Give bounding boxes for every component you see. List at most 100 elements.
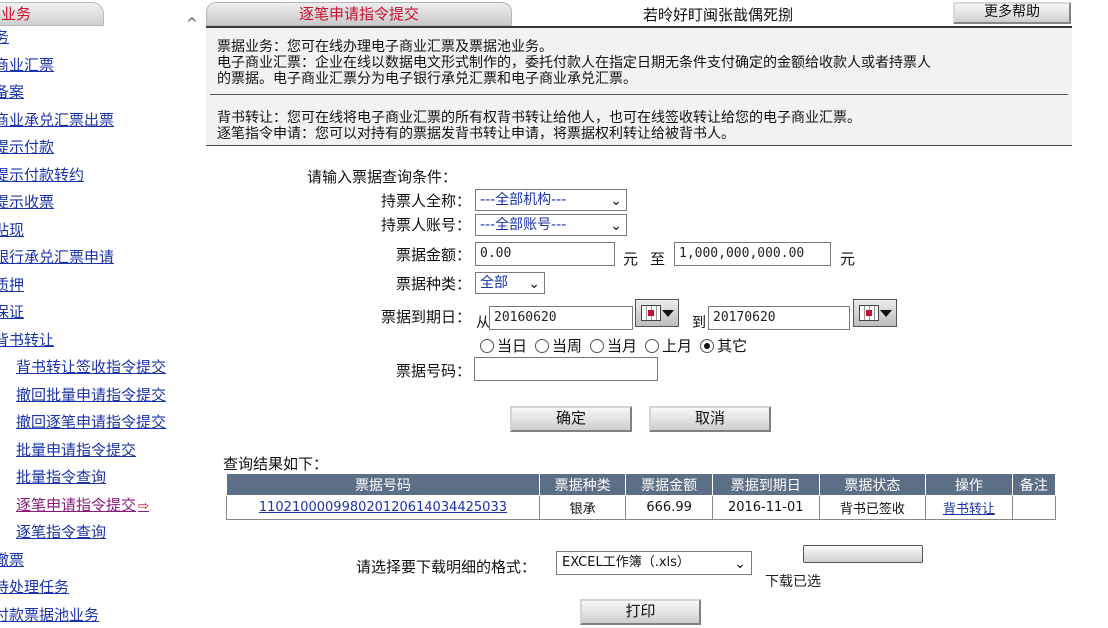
holder-name-label: 持票人全称： bbox=[380, 192, 471, 210]
table-row: 110210000998020120614034425033 银承 666.99… bbox=[226, 495, 1057, 520]
holder-account-select[interactable]: ---全部账号--- ⌄ bbox=[475, 214, 627, 236]
tab-current-page[interactable]: 逐笔申请指令提交 bbox=[206, 2, 512, 26]
radio-circle-icon bbox=[700, 339, 715, 353]
sidebar-item[interactable]: 提示收票 bbox=[0, 189, 200, 217]
cancel-button[interactable]: 取消 bbox=[649, 406, 771, 432]
info-line-ecommercial-bill-cont: 的票据。电子商业汇票分为电子银行承兑汇票和电子商业承兑汇票。 bbox=[217, 71, 637, 87]
info-line-single-instruction: 逐笔指令申请：您可以对持有的票据发背书转让申请，将票据权利转让给被背书人。 bbox=[217, 126, 735, 142]
left-sidebar: 业务 ^ 务商业汇票 备案 商业承兑汇票出票 提示付款 提示付款转约 提示收票 贴现 银行承兑… bbox=[0, 0, 200, 628]
sidebar-item[interactable]: 待处理任务 bbox=[0, 574, 200, 602]
sidebar-item-label: 备案 bbox=[0, 83, 25, 101]
date-range-radio[interactable]: 当月 bbox=[590, 335, 637, 356]
col-bill-type: 票据种类 bbox=[538, 473, 627, 496]
sidebar-item-label: 逐笔指令查询 bbox=[16, 523, 107, 541]
sidebar-item[interactable]: 付款票据池业务 bbox=[0, 602, 200, 628]
date-to-input[interactable]: 20170620 bbox=[708, 306, 850, 330]
cell-operation: 背书转让 bbox=[925, 495, 1013, 520]
col-due-date: 票据到期日 bbox=[711, 473, 820, 496]
bill-number-link[interactable]: 110210000998020120614034425033 bbox=[259, 500, 507, 515]
header-text: 若昤好盯闽张戠偶死捌 bbox=[643, 6, 794, 24]
sidebar-item-label: 撤回批量申请指令提交 bbox=[16, 385, 167, 404]
sidebar-item-label: 逐笔申请指令提交 bbox=[16, 495, 137, 514]
sidebar-item[interactable]: 批量申请指令提交 bbox=[0, 437, 200, 465]
sidebar-item[interactable]: 背书转让 bbox=[0, 327, 200, 355]
sidebar-item[interactable]: 提示付款转约 bbox=[0, 162, 200, 190]
date-to-calendar-button[interactable] bbox=[853, 299, 897, 327]
cell-bill-amount: 666.99 bbox=[625, 495, 713, 520]
chevron-down-icon: ⌄ bbox=[610, 218, 622, 234]
sidebar-item[interactable]: 商业汇票 bbox=[0, 52, 200, 80]
bill-number-input[interactable] bbox=[474, 357, 658, 381]
radio-label: 当日 bbox=[497, 337, 528, 355]
sidebar-item-label: 务 bbox=[0, 28, 10, 46]
more-help-button[interactable]: 更多帮助 bbox=[953, 2, 1071, 24]
col-bill-amount: 票据金额 bbox=[625, 473, 713, 496]
sidebar-item[interactable]: 撤回批量申请指令提交 bbox=[0, 382, 200, 410]
radio-circle-icon bbox=[480, 339, 494, 353]
sidebar-item[interactable]: 备案 bbox=[0, 79, 200, 107]
sidebar-item-label: 撤票 bbox=[0, 550, 25, 569]
sidebar-item[interactable]: 银行承兑汇票申请 bbox=[0, 244, 200, 272]
download-format-value: EXCEL工作簿（.xls） bbox=[562, 555, 690, 570]
bill-type-value: 全部 bbox=[480, 275, 508, 291]
date-from-calendar-button[interactable] bbox=[635, 299, 679, 327]
date-range-radio[interactable]: 其它 bbox=[700, 335, 747, 356]
sidebar-item-label: 付款票据池业务 bbox=[0, 605, 100, 624]
amount-unit: 元 bbox=[623, 250, 639, 268]
dropdown-arrow-icon bbox=[662, 310, 674, 317]
bill-number-label: 票据号码： bbox=[395, 362, 471, 380]
sidebar-item[interactable]: 批量指令查询 bbox=[0, 464, 200, 492]
date-range-radio-group: 当日 当周 当月 上月 其它 bbox=[480, 335, 755, 357]
sidebar-item-label: 批量申请指令提交 bbox=[16, 440, 137, 459]
bill-type-select[interactable]: 全部 ⌄ bbox=[475, 272, 545, 294]
amount-to-word: 至 bbox=[650, 250, 666, 268]
holder-name-select[interactable]: ---全部机构--- ⌄ bbox=[475, 189, 627, 211]
date-range-radio[interactable]: 当周 bbox=[535, 335, 582, 356]
radio-circle-icon bbox=[535, 339, 550, 353]
sidebar-item-label: 商业汇票 bbox=[0, 55, 55, 74]
download-format-select[interactable]: EXCEL工作簿（.xls） ⌄ bbox=[556, 551, 752, 575]
info-line-endorsement: 背书转让：您可在线将电子商业汇票的所有权背书转让给他人，也可在线签收转让给您的电… bbox=[217, 110, 861, 126]
date-range-radio[interactable]: 当日 bbox=[480, 335, 527, 356]
sidebar-item-label: 批量指令查询 bbox=[16, 468, 107, 486]
sidebar-menu: 务商业汇票备案商业承兑汇票出票 提示付款 提示付款转约 提示收票 贴现银行承兑汇票申请质… bbox=[0, 24, 200, 628]
radio-circle-icon bbox=[590, 339, 605, 353]
sidebar-item[interactable]: 背书转让签收指令提交 bbox=[0, 354, 200, 382]
cell-bill-number: 110210000998020120614034425033 bbox=[226, 495, 540, 520]
confirm-button[interactable]: 确定 bbox=[510, 406, 632, 432]
top-bar: 逐笔申请指令提交 若昤好盯闽张戠偶死捌 更多帮助 bbox=[203, 0, 1108, 28]
calendar-icon bbox=[859, 305, 879, 321]
sidebar-item[interactable]: 逐笔指令查询 bbox=[0, 519, 200, 547]
sidebar-item[interactable]: 质押 bbox=[0, 272, 200, 300]
endorse-transfer-link[interactable]: 背书转让 bbox=[943, 502, 995, 517]
sidebar-item[interactable]: 贴现 bbox=[0, 217, 200, 245]
sidebar-item-label: 质押 bbox=[0, 275, 25, 294]
date-range-radio[interactable]: 上月 bbox=[645, 335, 692, 356]
download-button[interactable] bbox=[803, 545, 923, 563]
radio-label: 当周 bbox=[552, 337, 583, 355]
info-line-bill-business: 票据业务：您可在线办理电子商业汇票及票据池业务。 bbox=[217, 39, 553, 55]
chevron-down-icon: ⌄ bbox=[734, 556, 746, 572]
sidebar-item[interactable]: 保证 bbox=[0, 299, 200, 327]
amount-to-input[interactable]: 1,000,000,000.00 bbox=[674, 242, 831, 266]
cell-bill-type: 银承 bbox=[538, 495, 627, 520]
print-button[interactable]: 打印 bbox=[580, 599, 701, 625]
chevron-down-icon: ⌄ bbox=[528, 276, 540, 292]
holder-account-label: 持票人账号： bbox=[380, 216, 471, 234]
main-content: 逐笔申请指令提交 若昤好盯闽张戠偶死捌 更多帮助 票据业务：您可在线办理电子商业… bbox=[203, 0, 1108, 628]
sidebar-item-label: 银行承兑汇票申请 bbox=[0, 248, 115, 266]
sidebar-item[interactable]: 撤回逐笔申请指令提交 bbox=[0, 409, 200, 437]
sidebar-item-label: 撤回逐笔申请指令提交 bbox=[16, 413, 167, 431]
sidebar-tab[interactable]: 业务 bbox=[0, 2, 104, 26]
sidebar-item[interactable]: 撤票 bbox=[0, 547, 200, 575]
col-operation: 操作 bbox=[925, 473, 1013, 496]
radio-label: 其它 bbox=[717, 337, 748, 355]
radio-circle-icon bbox=[645, 339, 660, 353]
date-from-input[interactable]: 20160620 bbox=[489, 306, 633, 330]
sidebar-item[interactable]: 提示付款 bbox=[0, 134, 200, 162]
sidebar-item[interactable]: 逐笔申请指令提交 ⇨ bbox=[0, 492, 200, 520]
sidebar-item[interactable]: 商业承兑汇票出票 bbox=[0, 107, 200, 135]
amount-from-input[interactable]: 0.00 bbox=[475, 242, 615, 266]
radio-label: 上月 bbox=[662, 337, 693, 355]
sidebar-item[interactable]: 务 bbox=[0, 24, 200, 52]
